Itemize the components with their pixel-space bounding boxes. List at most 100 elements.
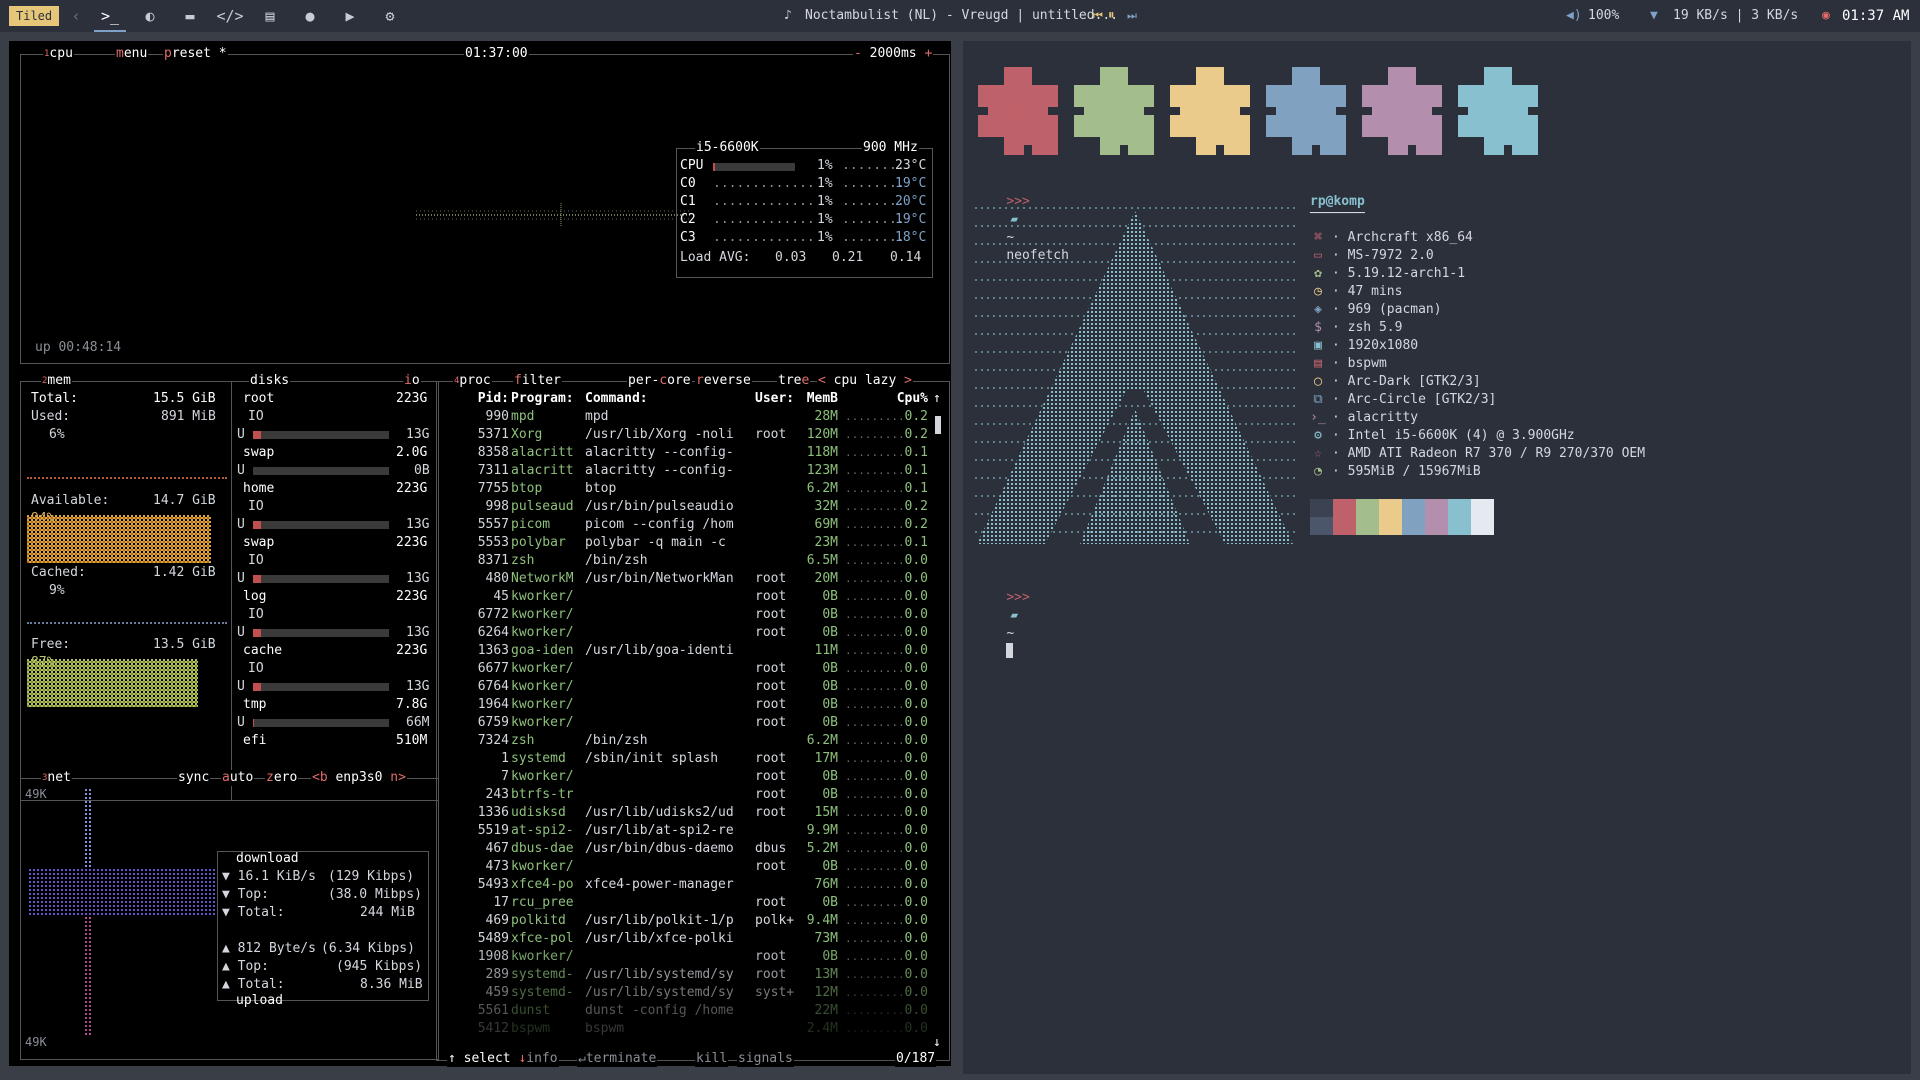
proc-row[interactable]: 473 kworker/root 0B 0.0......... xyxy=(437,858,932,876)
reload-workspace-icon[interactable]: ◐ xyxy=(134,0,166,32)
proc-row[interactable]: 1336 udisksd/usr/lib/udisks2/ud root 15M 0.0… xyxy=(437,804,932,822)
proc-row[interactable]: 5561 dunst dunst -config /home 22M 0.0......… xyxy=(437,1002,932,1020)
interval-minus[interactable]: - xyxy=(854,46,862,61)
proc-row[interactable]: 6264 kworker/root 0B 0.0......... xyxy=(437,624,932,642)
proc-row[interactable]: 1363 goa-iden/usr/lib/goa-identi 11M 0.0...… xyxy=(437,642,932,660)
net-box-title[interactable]: 3net xyxy=(41,770,72,786)
volume-icon[interactable]: ◀) xyxy=(1566,0,1582,32)
proc-row[interactable]: 7 kworker/root 0B 0.0......... xyxy=(437,768,932,786)
proc-row[interactable]: 6764 kworker/root 0B 0.0......... xyxy=(437,678,932,696)
proc-pid: 17 xyxy=(493,895,509,910)
info-text: · Arc-Circle [GTK2/3] xyxy=(1332,392,1497,407)
terminal-window[interactable]: >>> ▰ ~ neofetch rp@komp ─────── ⌘· Arch… xyxy=(963,41,1911,1074)
proc-row[interactable]: 6677 kworker/root 0B 0.0......... xyxy=(437,660,932,678)
btop-window[interactable]: 1cpu menu preset * 01:37:00 - 2000ms + u… xyxy=(9,41,951,1067)
proc-row[interactable]: 5519 at-spi2-/usr/lib/at-spi2-re 9.9M 0.0..… xyxy=(437,822,932,840)
proc-row[interactable]: 459 systemd-/usr/lib/systemd/sy syst+ 12M 0.… xyxy=(437,984,932,1002)
proc-percore-toggle[interactable]: per-core xyxy=(627,373,692,389)
mem-disks-divider xyxy=(231,382,232,800)
proc-mem: 0B xyxy=(822,697,838,712)
net-zero-toggle[interactable]: zero xyxy=(265,770,299,786)
net-interface-select[interactable]: <b enp3s0 n> xyxy=(311,770,407,786)
interval-control[interactable]: - 2000ms + xyxy=(853,46,934,62)
proc-row[interactable]: 1908 kworker/root 0B 0.0......... xyxy=(437,948,932,966)
proc-tree-toggle[interactable]: tree xyxy=(777,373,811,389)
code-workspace-icon[interactable]: </> xyxy=(214,0,246,32)
proc-cpu-graph: ......... xyxy=(845,572,905,585)
header-user[interactable]: User: xyxy=(755,390,794,408)
folder-workspace-icon[interactable]: ▬ xyxy=(174,0,206,32)
proc-row[interactable]: 1 systemd/sbin/init splash root 17M 0.0.....… xyxy=(437,750,932,768)
net-sync-toggle[interactable]: sync xyxy=(177,770,211,786)
proc-row[interactable]: 5412 bspwm bspwm 2.4M 0.0......... xyxy=(437,1020,932,1038)
chat-workspace-icon[interactable]: ● xyxy=(294,0,326,32)
proc-row[interactable]: 1964 kworker/root 0B 0.0......... xyxy=(437,696,932,714)
proc-row[interactable]: 8371 zsh/bin/zsh 6.5M 0.0......... xyxy=(437,552,932,570)
net-next-iface[interactable]: n> xyxy=(390,770,406,785)
disks-title[interactable]: disks xyxy=(249,373,291,389)
pause-icon[interactable]: ⏸ xyxy=(1108,0,1115,32)
mem-box-title[interactable]: 2mem xyxy=(41,373,72,389)
proc-cpu-graph: ......... xyxy=(845,788,905,801)
proc-row[interactable]: 45 kworker/root 0B 0.0......... xyxy=(437,588,932,606)
proc-mem: 15M xyxy=(814,805,838,820)
proc-row[interactable]: 5493 xfce4-po xfce4-power-manager 76M 0.0...… xyxy=(437,876,932,894)
proc-reverse-toggle[interactable]: reverse xyxy=(695,373,752,389)
proc-box-title[interactable]: 4proc xyxy=(453,373,492,389)
notes-workspace-icon[interactable]: ▤ xyxy=(254,0,286,32)
proc-row[interactable]: 5553 polybar polybar -q main -c 23M 0.1.....… xyxy=(437,534,932,552)
proc-row[interactable]: 469 polkitd/usr/lib/polkit-1/p polk+ 9.4M 0.… xyxy=(437,912,932,930)
prev-track-icon[interactable]: ⏮ xyxy=(1093,0,1103,32)
proc-row[interactable]: 5371 Xorg/usr/lib/Xorg -noli root 120M 0.2..… xyxy=(437,426,932,444)
proc-filter[interactable]: filter xyxy=(513,373,562,389)
preset-button[interactable]: preset * xyxy=(163,46,228,62)
proc-select[interactable]: ↑ select ↓info xyxy=(447,1051,559,1067)
proc-kill[interactable]: kill xyxy=(695,1051,729,1067)
proc-row[interactable]: 467 dbus-dae/usr/bin/dbus-daemo dbus 5.2M 0.… xyxy=(437,840,932,858)
proc-row[interactable]: 289 systemd-/usr/lib/systemd/sy root 13M 0.0… xyxy=(437,966,932,984)
proc-row[interactable]: 7311 alacritt alacritty --config- 123M 0.1..… xyxy=(437,462,932,480)
next-track-icon[interactable]: ⏭ xyxy=(1127,0,1137,32)
proc-user: root xyxy=(755,571,787,586)
proc-row[interactable]: 7324 zsh/bin/zsh 6.2M 0.0......... xyxy=(437,732,932,750)
wifi-icon[interactable]: ▼ xyxy=(1650,0,1658,32)
interval-plus[interactable]: + xyxy=(924,46,932,61)
proc-signals[interactable]: signals xyxy=(737,1051,794,1067)
proc-row[interactable]: 8358 alacritt alacritty --config- 118M 0.1..… xyxy=(437,444,932,462)
header-command[interactable]: Command: xyxy=(585,390,648,408)
layout-indicator[interactable]: Tiled xyxy=(9,6,60,26)
folder-icon: ▰ xyxy=(1010,608,1019,623)
settings-workspace-icon[interactable]: ⚙ xyxy=(374,0,406,32)
header-program[interactable]: Program: xyxy=(511,390,574,408)
cpu-box-title[interactable]: 1cpu xyxy=(43,46,74,62)
proc-cmd: /usr/lib/systemd/sy xyxy=(585,985,734,1000)
proc-user: root xyxy=(755,607,787,622)
proc-row[interactable]: 7755 btop btop 6.2M 0.1......... xyxy=(437,480,932,498)
proc-row[interactable]: 6772 kworker/root 0B 0.0......... xyxy=(437,606,932,624)
net-auto-toggle[interactable]: auto xyxy=(221,770,255,786)
header-cpu[interactable]: Cpu% xyxy=(892,390,928,408)
proc-row[interactable]: 5489 xfce-pol/usr/lib/xfce-polki 73M 0.0...… xyxy=(437,930,932,948)
proc-row[interactable]: 480 NetworkM/usr/bin/NetworkMan root 20M 0.0… xyxy=(437,570,932,588)
proc-row[interactable]: 990 mpd mpd 28M 0.2......... xyxy=(437,408,932,426)
proc-row[interactable]: 5557 picom picom --config /hom 69M 0.2......… xyxy=(437,516,932,534)
proc-cpu-graph: ......... xyxy=(845,824,905,837)
proc-row[interactable]: 6759 kworker/root 0B 0.0......... xyxy=(437,714,932,732)
net-prev-iface[interactable]: <b xyxy=(312,770,328,785)
info-line: $ · zsh 5.9 xyxy=(1310,319,1402,337)
terminal-workspace-icon[interactable]: >_ xyxy=(94,0,126,32)
proc-row[interactable]: 17 rcu_pree root 0B 0.0......... xyxy=(437,894,932,912)
header-pid[interactable]: Pid: xyxy=(473,390,509,408)
cursor[interactable] xyxy=(1006,643,1014,658)
menu-button[interactable]: menu xyxy=(115,46,149,62)
proc-sort-select[interactable]: < cpu lazy > xyxy=(817,373,913,389)
disks-io-toggle[interactable]: io xyxy=(403,373,421,389)
video-workspace-icon[interactable]: ▶ xyxy=(334,0,366,32)
proc-row[interactable]: 243 btrfs-tr root 0B 0.0......... xyxy=(437,786,932,804)
now-playing[interactable]: Noctambulist (NL) - Vreugd | untitled... xyxy=(805,0,1118,32)
proc-terminate[interactable]: ↵terminate xyxy=(577,1051,658,1067)
proc-row[interactable]: 998 pulseaud/usr/bin/pulseaudio 32M 0.2....… xyxy=(437,498,932,516)
scroll-down-icon[interactable]: ↓ xyxy=(933,1034,941,1052)
header-mem[interactable]: MemB xyxy=(804,390,838,408)
proc-scrollbar-thumb[interactable] xyxy=(935,416,941,434)
